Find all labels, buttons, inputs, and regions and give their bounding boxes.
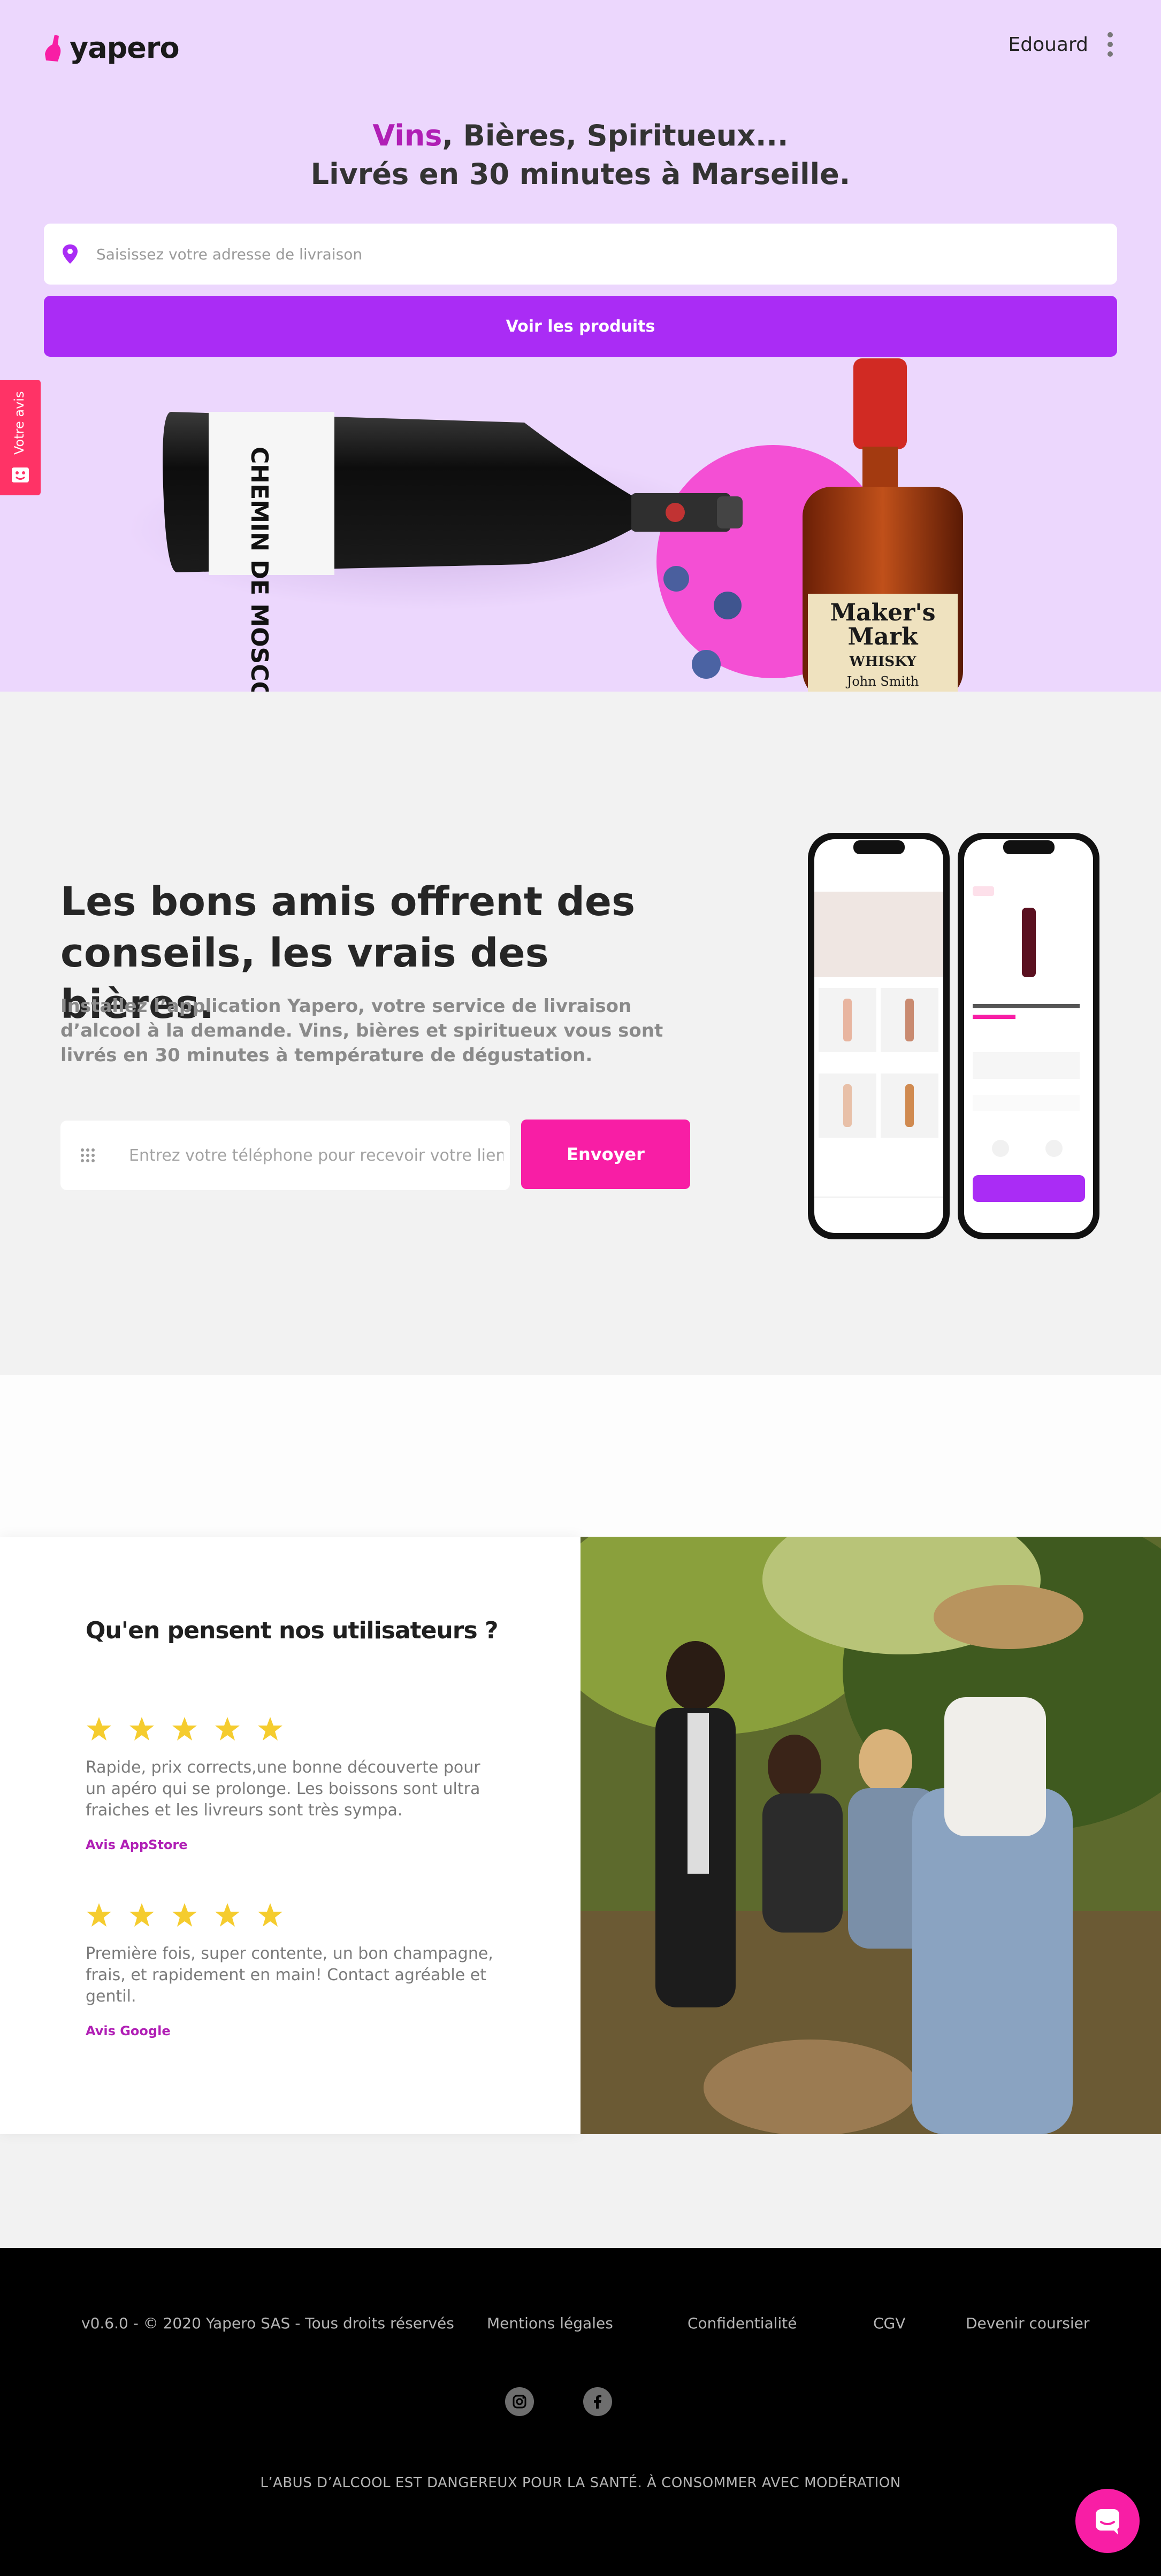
whisky-label-line3: WHISKY xyxy=(849,654,916,670)
app-download-section: Les bons amis offrent des conseils, les … xyxy=(0,692,1161,1375)
review-1-rating xyxy=(86,1716,284,1742)
headline-line2: Livrés en 30 minutes à Marseille. xyxy=(310,157,851,191)
address-input[interactable] xyxy=(96,245,1059,263)
bottle-logo-icon xyxy=(45,34,61,62)
review-2-source: Avis Google xyxy=(86,2023,171,2038)
send-button[interactable]: Envoyer xyxy=(521,1120,690,1189)
whisky-label-line4: John Smith xyxy=(845,674,919,689)
footer-link-courier[interactable]: Devenir coursier xyxy=(966,2314,1089,2332)
friends-picnic-photo xyxy=(580,1537,1161,2134)
whisky-bottle: Maker's Mark WHISKY John Smith xyxy=(803,358,963,692)
footer-link-privacy[interactable]: Confidentialité xyxy=(688,2314,797,2332)
user-name[interactable]: Edouard xyxy=(1008,34,1088,56)
feedback-tab-label: Votre avis xyxy=(12,391,27,455)
brand-name: yapero xyxy=(70,31,180,65)
alcohol-warning: L’ABUS D’ALCOOL EST DANGEREUX POUR LA SA… xyxy=(260,2475,901,2491)
more-menu-icon[interactable] xyxy=(1107,32,1113,57)
whisky-label-line2: Mark xyxy=(848,623,919,650)
keypad-icon xyxy=(81,1148,95,1162)
reviews-title: Qu'en pensent nos utilisateurs ? xyxy=(86,1617,499,1644)
star-icon xyxy=(258,1717,282,1741)
phone-field[interactable] xyxy=(60,1121,510,1190)
chat-widget-button[interactable] xyxy=(1075,2489,1140,2553)
star-icon xyxy=(87,1903,111,1927)
hero-products-illustration: CHEMIN DE MOSCOU Maker's Mark WHISKY Joh… xyxy=(128,358,963,692)
review-2-text: Première fois, super contente, un bon ch… xyxy=(86,1944,493,2006)
reviews-section: Qu'en pensent nos utilisateurs ? Rapide,… xyxy=(0,1537,1161,2134)
address-field[interactable] xyxy=(44,224,1117,285)
star-icon xyxy=(172,1717,197,1741)
phone-mockup-right xyxy=(958,833,1099,1239)
star-icon xyxy=(258,1903,282,1927)
hero-headline: Vins, Bières, Spiritueux... Livrés en 30… xyxy=(0,117,1161,194)
hero-section: yapero Edouard Vins, Bières, Spiritueux.… xyxy=(0,0,1161,692)
instagram-icon[interactable] xyxy=(505,2387,534,2416)
phone-input[interactable] xyxy=(129,1146,503,1165)
star-icon xyxy=(129,1717,154,1741)
star-icon xyxy=(129,1903,154,1927)
wine-label-text: CHEMIN DE MOSCOU xyxy=(246,447,273,692)
reviews-panel: Qu'en pensent nos utilisateurs ? Rapide,… xyxy=(0,1537,580,2134)
facebook-icon[interactable] xyxy=(583,2387,612,2416)
footer-copyright: v0.6.0 - © 2020 Yapero SAS - Tous droits… xyxy=(81,2314,454,2332)
star-icon xyxy=(87,1717,111,1741)
review-1-source: Avis AppStore xyxy=(86,1837,188,1852)
headline-accent: Vins xyxy=(372,119,442,152)
star-icon xyxy=(215,1903,240,1927)
app-section-description: Installez l’application Yapero, votre se… xyxy=(60,995,663,1066)
whisky-label-line1: Maker's xyxy=(830,599,935,626)
user-menu[interactable]: Edouard xyxy=(1008,32,1113,57)
brand-logo[interactable]: yapero xyxy=(44,31,180,65)
review-1-text: Rapide, prix corrects,une bonne découver… xyxy=(86,1758,480,1820)
footer-link-cgv[interactable]: CGV xyxy=(873,2314,905,2332)
spacer xyxy=(0,1375,1161,1537)
footer: v0.6.0 - © 2020 Yapero SAS - Tous droits… xyxy=(0,2248,1161,2576)
feedback-smile-icon xyxy=(12,467,29,482)
feedback-tab[interactable]: Votre avis xyxy=(0,380,41,495)
app-phones-illustration xyxy=(808,833,1099,1239)
review-2-rating xyxy=(86,1902,284,1928)
chat-icon xyxy=(1096,2509,1119,2535)
star-icon xyxy=(172,1903,197,1927)
location-pin-icon xyxy=(63,244,78,264)
star-icon xyxy=(215,1717,240,1741)
headline-rest: , Bières, Spiritueux... xyxy=(442,119,789,152)
footer-link-legal[interactable]: Mentions légales xyxy=(487,2314,613,2332)
see-products-button[interactable]: Voir les produits xyxy=(44,296,1117,357)
phone-mockup-left xyxy=(808,833,950,1239)
